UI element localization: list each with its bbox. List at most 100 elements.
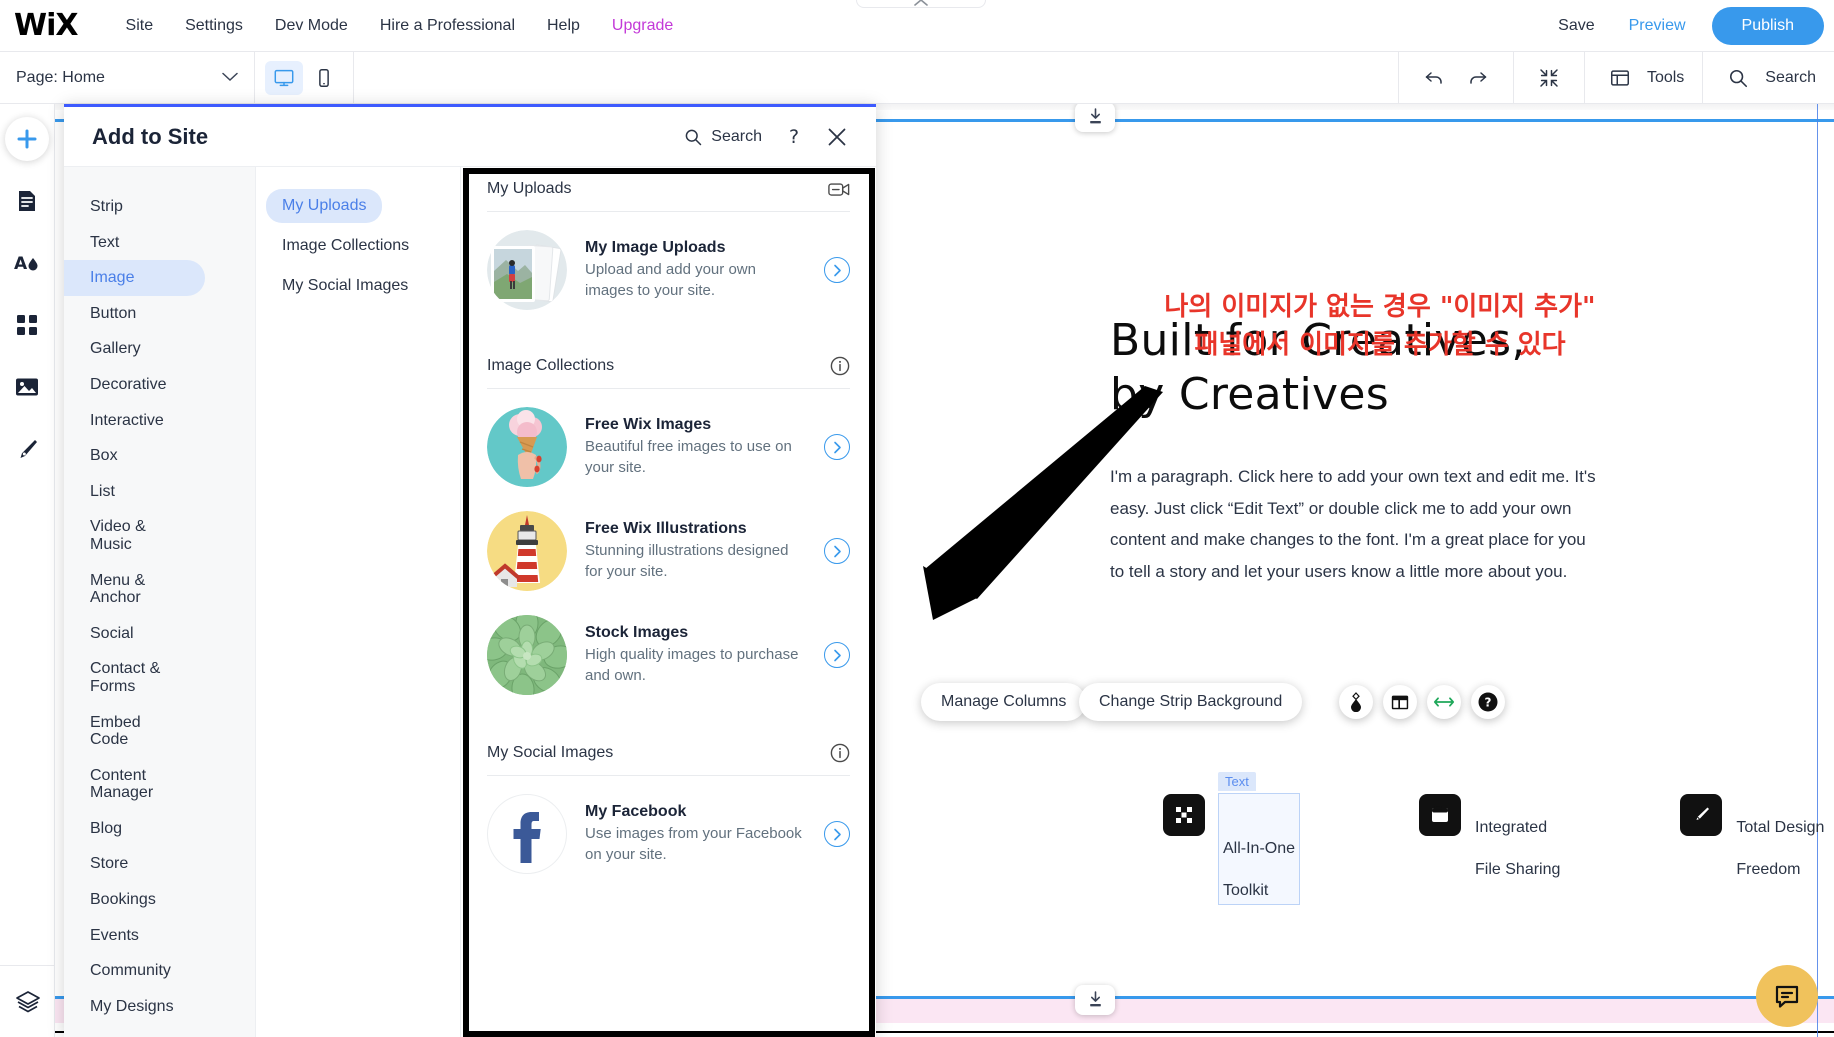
add-section-bottom-handle[interactable]	[1075, 985, 1115, 1015]
stretch-button[interactable]	[1427, 685, 1461, 719]
category-embed-code[interactable]: Embed Code	[64, 705, 205, 758]
category-decorative[interactable]: Decorative	[64, 367, 205, 403]
search-group[interactable]: Search	[1702, 52, 1834, 104]
rail-item-media[interactable]	[5, 365, 49, 409]
search-icon	[685, 129, 702, 145]
add-elements-button[interactable]	[5, 117, 49, 161]
menu-item-dev-mode[interactable]: Dev Mode	[259, 11, 364, 41]
category-box[interactable]: Box	[64, 438, 205, 474]
category-menu-and-anchor[interactable]: Menu & Anchor	[64, 563, 205, 616]
info-icon[interactable]	[830, 356, 850, 376]
tools-group[interactable]: Tools	[1583, 52, 1702, 104]
card-free-wix-illustrations[interactable]: Free Wix Illustrations Stunning illustra…	[461, 499, 876, 603]
strip-layout-button[interactable]	[1383, 685, 1417, 719]
info-icon[interactable]	[830, 743, 850, 763]
chevron-right-icon[interactable]	[824, 257, 850, 283]
succulent-thumbnail	[487, 615, 567, 695]
media-icon	[16, 378, 38, 396]
chevron-down-icon	[222, 70, 238, 85]
menu-item-hire-a-professional[interactable]: Hire a Professional	[364, 11, 531, 41]
left-tool-rail: A	[0, 104, 55, 1037]
zoom-out-button[interactable]	[1532, 61, 1566, 95]
card-description: Upload and add your own images to your s…	[585, 260, 756, 299]
add-section-top-handle[interactable]	[1075, 104, 1115, 132]
category-content-manager[interactable]: Content Manager	[64, 758, 205, 811]
chevron-right-icon[interactable]	[824, 642, 850, 668]
section-header-image-collections: Image Collections	[461, 344, 876, 388]
category-store[interactable]: Store	[64, 846, 205, 882]
top-bar: WiX Site Settings Dev Mode Hire a Profes…	[0, 0, 1834, 52]
panel-close-button[interactable]	[826, 126, 848, 148]
card-free-wix-images[interactable]: Free Wix Images Beautiful free images to…	[461, 395, 876, 499]
category-text[interactable]: Text	[64, 225, 205, 261]
upload-media-icon[interactable]	[828, 181, 850, 198]
category-events[interactable]: Events	[64, 918, 205, 954]
add-to-site-panel[interactable]: Add to Site Search ? Strip Text Image Bu…	[64, 104, 876, 1037]
rail-item-apps[interactable]	[5, 303, 49, 347]
feature-label: Text All-In-One Toolkit	[1217, 772, 1301, 905]
category-button[interactable]: Button	[64, 296, 205, 332]
panel-content[interactable]: My Uploads My Image Uploads Upload and a…	[461, 167, 876, 1037]
subcategory-my-uploads[interactable]: My Uploads	[266, 189, 383, 223]
rail-item-pen[interactable]	[5, 427, 49, 471]
page-selector[interactable]: Page: Home	[0, 51, 255, 104]
feature-item-integrated-file-sharing[interactable]: Integrated File Sharing	[1419, 794, 1560, 880]
panel-search-button[interactable]: Search	[683, 127, 762, 147]
subcategory-my-social-images[interactable]: My Social Images	[266, 269, 424, 303]
undo-button[interactable]	[1417, 61, 1451, 95]
category-video-and-music[interactable]: Video & Music	[64, 509, 205, 562]
manage-columns-button[interactable]: Manage Columns	[921, 683, 1087, 721]
card-stock-images[interactable]: Stock Images High quality images to purc…	[461, 603, 876, 707]
pen-icon	[20, 440, 37, 458]
category-blog[interactable]: Blog	[64, 811, 205, 847]
category-interactive[interactable]: Interactive	[64, 403, 205, 439]
card-text: Stock Images High quality images to purc…	[585, 624, 806, 686]
panel-help-button[interactable]: ?	[784, 126, 804, 148]
category-bookings[interactable]: Bookings	[64, 882, 205, 918]
section-title: My Uploads	[487, 180, 572, 197]
apps-icon	[17, 315, 37, 335]
mobile-view-button[interactable]	[305, 61, 343, 95]
category-contact-and-forms[interactable]: Contact & Forms	[64, 651, 205, 704]
section-divider	[487, 775, 850, 776]
save-button[interactable]: Save	[1544, 11, 1608, 41]
category-social[interactable]: Social	[64, 616, 205, 652]
menu-item-upgrade[interactable]: Upgrade	[596, 11, 689, 41]
hero-paragraph[interactable]: I'm a paragraph. Click here to add your …	[1110, 461, 1600, 587]
card-my-facebook[interactable]: My Facebook Use images from your Faceboo…	[461, 782, 876, 886]
card-my-image-uploads[interactable]: My Image Uploads Upload and add your own…	[461, 218, 876, 322]
feature-item-total-design-freedom[interactable]: Total Design Freedom	[1680, 794, 1824, 880]
menu-item-site[interactable]: Site	[110, 11, 170, 41]
strip-help-button[interactable]: ?	[1471, 685, 1505, 719]
section-divider	[487, 211, 850, 212]
menu-item-help[interactable]: Help	[531, 11, 596, 41]
rail-item-theme[interactable]: A	[5, 241, 49, 285]
category-image[interactable]: Image	[64, 260, 205, 296]
publish-button[interactable]: Publish	[1711, 7, 1824, 45]
search-label: Search	[1765, 69, 1816, 86]
wix-logo[interactable]: WiX	[14, 8, 79, 43]
subcategory-image-collections[interactable]: Image Collections	[266, 229, 425, 263]
category-gallery[interactable]: Gallery	[64, 331, 205, 367]
category-community[interactable]: Community	[64, 953, 205, 989]
redo-button[interactable]	[1461, 61, 1495, 95]
rail-item-layers[interactable]	[0, 965, 55, 1037]
chat-support-button[interactable]	[1756, 965, 1818, 1027]
chevron-right-icon[interactable]	[824, 821, 850, 847]
chevron-right-icon[interactable]	[824, 538, 850, 564]
feature-item-all-in-one-toolkit[interactable]: Text All-In-One Toolkit	[1163, 772, 1301, 905]
category-strip[interactable]: Strip	[64, 189, 205, 225]
category-list[interactable]: List	[64, 474, 205, 510]
panel-category-list: Strip Text Image Button Gallery Decorati…	[64, 167, 256, 1037]
strip-color-button[interactable]	[1339, 685, 1373, 719]
desktop-view-button[interactable]	[265, 60, 303, 95]
change-strip-background-button[interactable]: Change Strip Background	[1079, 683, 1303, 721]
rail-item-pages[interactable]	[5, 179, 49, 223]
chevron-right-icon[interactable]	[824, 434, 850, 460]
card-title: Free Wix Images	[585, 415, 712, 433]
preview-button[interactable]: Preview	[1615, 11, 1700, 41]
card-description: Stunning illustrations designed for your…	[585, 541, 789, 580]
category-my-designs[interactable]: My Designs	[64, 989, 205, 1025]
card-title: My Image Uploads	[585, 238, 726, 256]
menu-item-settings[interactable]: Settings	[169, 11, 259, 41]
